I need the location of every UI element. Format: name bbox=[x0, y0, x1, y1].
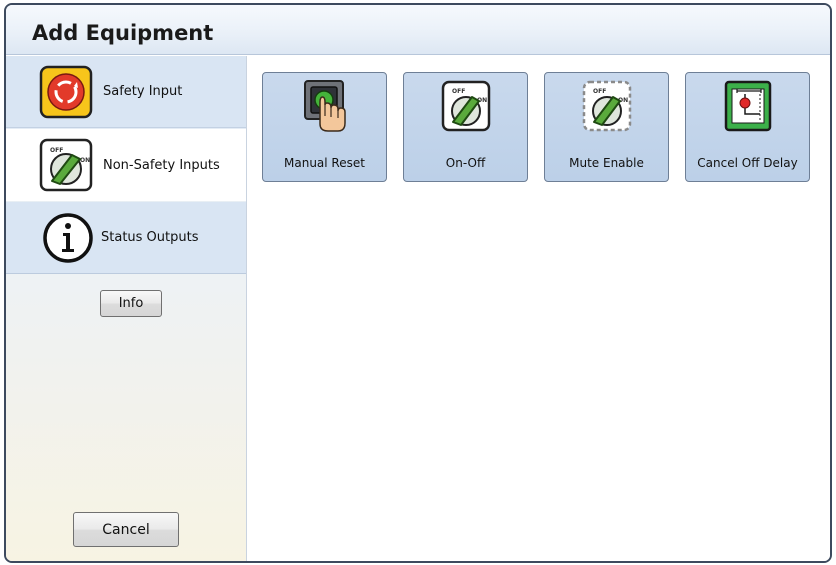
svg-text:OFF: OFF bbox=[593, 88, 606, 95]
sidebar-item-label: Non-Safety Inputs bbox=[103, 157, 220, 173]
sidebar-item-non-safety-inputs[interactable]: OFF ON Non-Safety Inputs bbox=[6, 129, 246, 201]
emergency-stop-icon bbox=[39, 65, 93, 118]
info-circle-icon bbox=[43, 212, 93, 263]
tile-mute-enable[interactable]: OFF ON Mute Enable bbox=[544, 72, 669, 182]
sidebar-item-label: Safety Input bbox=[103, 84, 183, 99]
dialog-title: Add Equipment bbox=[32, 21, 214, 45]
tile-label: Mute Enable bbox=[569, 156, 644, 170]
svg-text:OFF: OFF bbox=[452, 88, 465, 95]
cancel-button[interactable]: Cancel bbox=[73, 512, 179, 547]
sidebar-item-label: Status Outputs bbox=[101, 230, 199, 245]
equipment-panel: Manual Reset OFF ON On-Off OFF ON Mute E… bbox=[248, 56, 830, 561]
tile-on-off[interactable]: OFF ON On-Off bbox=[403, 72, 528, 182]
sidebar-item-safety-input[interactable]: Safety Input bbox=[6, 56, 246, 128]
push-button-hand-icon bbox=[304, 80, 346, 132]
title-bar: Add Equipment bbox=[6, 5, 830, 55]
tile-label: Manual Reset bbox=[284, 156, 365, 170]
on-off-switch-icon: OFF ON bbox=[441, 80, 491, 132]
tile-label: Cancel Off Delay bbox=[697, 156, 798, 170]
category-sidebar: Safety Input OFF ON Non-Safety Inputs St… bbox=[6, 56, 247, 561]
sidebar-item-status-outputs[interactable]: Status Outputs bbox=[6, 202, 246, 274]
svg-text:OFF: OFF bbox=[50, 147, 63, 154]
info-button[interactable]: Info bbox=[100, 290, 162, 317]
svg-text:ON: ON bbox=[80, 157, 90, 164]
mute-enable-switch-icon: OFF ON bbox=[582, 80, 632, 132]
tile-cancel-off-delay[interactable]: Cancel Off Delay bbox=[685, 72, 810, 182]
tile-label: On-Off bbox=[445, 156, 486, 170]
add-equipment-dialog: Add Equipment Safety Input OFF ON Non-Sa… bbox=[4, 3, 832, 563]
cancel-off-delay-icon bbox=[724, 80, 772, 132]
selector-switch-icon: OFF ON bbox=[39, 138, 93, 192]
tile-manual-reset[interactable]: Manual Reset bbox=[262, 72, 387, 182]
